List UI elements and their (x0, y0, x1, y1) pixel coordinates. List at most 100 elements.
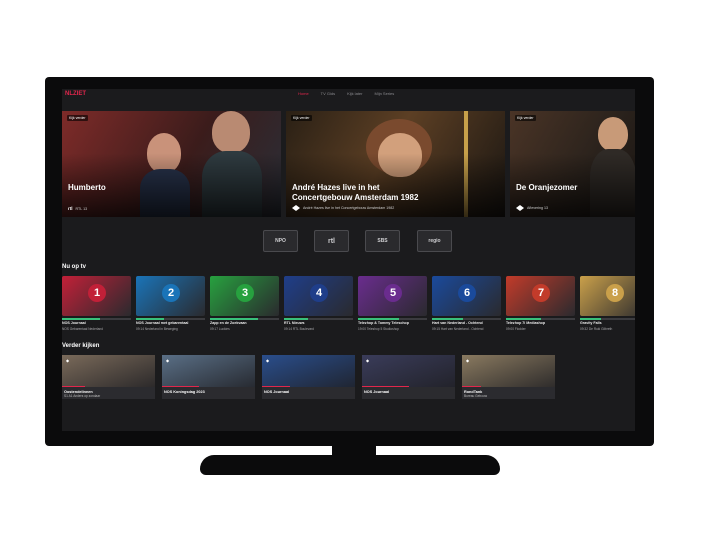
hero-card-andre-hazes[interactable]: Kijk verder André Hazes live in het Conc… (286, 111, 505, 217)
channel-rtl-button[interactable]: rtl (314, 230, 349, 252)
tile-caption: NOS Journaal (364, 390, 390, 394)
nav-tv-gids[interactable]: TV Gids (321, 91, 335, 96)
npo-icon: ◆ (166, 358, 170, 363)
tile-caption: NOS Koningsdag 2023 (164, 390, 205, 394)
channel-sbs-button[interactable]: SBS (365, 230, 400, 252)
npo-icon (516, 205, 524, 211)
continue-watching-tile[interactable]: ◆ NOS Journaal (262, 355, 355, 399)
hero-card-oranjezomer[interactable]: Kijk verder De Oranjezomer Aflevering 13 (510, 111, 635, 217)
progress-fill (432, 318, 464, 320)
main-nav: Home TV Gids Kijk later Mijn Series (298, 91, 394, 96)
tile-subtitle: 09:14 RTL Boulevard (284, 327, 314, 331)
progress-fill (210, 318, 259, 320)
progress-fill (506, 318, 541, 320)
progress-fill (580, 318, 601, 320)
progress-bar (136, 318, 205, 320)
continue-watching-tile[interactable]: ◆ NOS Journaal (362, 355, 455, 399)
regio-logo: regio (428, 238, 441, 244)
hero-badge: Kijk verder (67, 115, 88, 121)
progress-bar (210, 318, 279, 320)
channel-number-badge: 2 (162, 284, 180, 302)
tile-subtitle: 09:32 De Ruki Gilbreth (580, 327, 613, 331)
continue-watching-tile[interactable]: ◆ Oostendelinnen S1 A1 Anders op zondaar (62, 355, 155, 399)
tile-caption: NOS Journaal (264, 390, 290, 394)
tile-caption: NOS Journaal met gebarentaal (136, 321, 189, 325)
npo-icon: ◆ (466, 358, 470, 363)
now-on-tv-tile[interactable]: 2 (136, 276, 205, 316)
hero-meta-text: Aflevering 13 (527, 206, 548, 210)
tv-screen: NLZIET Home TV Gids Kijk later Mijn Seri… (62, 89, 635, 431)
progress-fill (62, 318, 100, 320)
channel-number-badge: 3 (236, 284, 254, 302)
app-logo[interactable]: NLZIET (65, 91, 86, 97)
npo-icon (292, 205, 300, 211)
hero-meta-text: André Hazes live in het Concertgebouw Am… (303, 206, 395, 210)
tile-caption: Zapp en de Zoekvaan (210, 321, 247, 325)
channel-number-badge: 4 (310, 284, 328, 302)
tile-subtitle: 09:00 Flodder (506, 327, 526, 331)
hero-meta: rtl RTL 13 (68, 206, 87, 211)
tile-caption: Telezhop 7i Mediashop (506, 321, 546, 325)
tile-subtitle: Bureau Gebouw (464, 394, 488, 398)
now-on-tv-tile[interactable]: 4 (284, 276, 353, 316)
tile-subtitle: 09:17 Luckies (210, 327, 230, 331)
progress-bar (62, 318, 131, 320)
hero-card-humberto[interactable]: Kijk verder Humberto rtl RTL 13 (62, 111, 281, 217)
continue-watching-tile[interactable]: ◆ NOS Koningsdag 2023 (162, 355, 255, 399)
progress-bar (358, 318, 427, 320)
npo-icon: ◆ (266, 358, 270, 363)
hero-title: Humberto (68, 183, 106, 192)
tile-subtitle: 09:14 Nederland in Beweging (136, 327, 178, 331)
progress-fill (136, 318, 164, 320)
sbs-logo: SBS (377, 238, 388, 244)
progress-bar (432, 318, 501, 320)
tile-subtitle: NOS Gebarentaal Nederland (62, 327, 103, 331)
now-on-tv-tile[interactable]: 8 (580, 276, 635, 316)
tile-caption: Hart van Nederland - Ochtend (432, 321, 483, 325)
now-on-tv-tile[interactable]: 5 (358, 276, 427, 316)
progress-fill (358, 318, 400, 320)
now-on-tv-tile[interactable]: 6 (432, 276, 501, 316)
nav-home[interactable]: Home (298, 91, 309, 96)
hero-meta: André Hazes live in het Concertgebouw Am… (292, 205, 394, 211)
tile-subtitle: S1 A1 Anders op zondaar (64, 394, 101, 398)
nav-mijn-series[interactable]: Mijn Series (374, 91, 394, 96)
now-on-tv-tile[interactable]: 3 (210, 276, 279, 316)
progress-fill (284, 318, 309, 320)
tv-stand (200, 455, 500, 475)
channel-number-badge: 1 (88, 284, 106, 302)
tile-caption: RTL Nieuws (284, 321, 305, 325)
top-bar: NLZIET Home TV Gids Kijk later Mijn Seri… (62, 89, 635, 103)
channel-regio-button[interactable]: regio (417, 230, 452, 252)
hero-meta-text: RTL 13 (75, 206, 88, 211)
hero-badge: Kijk verder (291, 115, 312, 121)
channel-npo-button[interactable]: NPO (263, 230, 298, 252)
section-title-verder-kijken: Verder kijken (62, 343, 100, 349)
npo-icon: ◆ (66, 358, 70, 363)
npo-icon: ◆ (366, 358, 370, 363)
hero-meta: Aflevering 13 (516, 205, 548, 211)
channel-number-badge: 5 (384, 284, 402, 302)
hero-title: André Hazes live in het Concertgebouw Am… (292, 183, 419, 202)
npo-logo: NPO (275, 238, 286, 244)
tile-subtitle: 09:15 Hart van Nederland - Ochtend (432, 327, 484, 331)
channel-number-badge: 8 (606, 284, 624, 302)
rtl-logo-icon: rtl (68, 206, 73, 211)
hero-badge: Kijk verder (515, 115, 536, 121)
nav-kijk-later[interactable]: Kijk later (347, 91, 362, 96)
continue-watching-tile[interactable]: ◆ RondTank Bureau Gebouw (462, 355, 555, 399)
now-on-tv-tile[interactable]: 7 (506, 276, 575, 316)
channel-row: NPO rtl SBS regio (62, 230, 635, 254)
channel-number-badge: 7 (532, 284, 550, 302)
tile-subtitle: 19:00 Teleshop 5 Studioshop (358, 327, 400, 331)
tile-caption: Gravity Falls (580, 321, 602, 325)
progress-bar (580, 318, 635, 320)
rtl-logo: rtl (328, 237, 335, 245)
tile-caption: Telezhop & Tommy Teleschop (358, 321, 409, 325)
hero-title: De Oranjezomer (516, 183, 578, 192)
channel-number-badge: 6 (458, 284, 476, 302)
progress-bar (506, 318, 575, 320)
section-title-nu-op-tv: Nu op tv (62, 264, 86, 270)
tile-caption: NOS Journaal (62, 321, 86, 325)
now-on-tv-tile[interactable]: 1 (62, 276, 131, 316)
